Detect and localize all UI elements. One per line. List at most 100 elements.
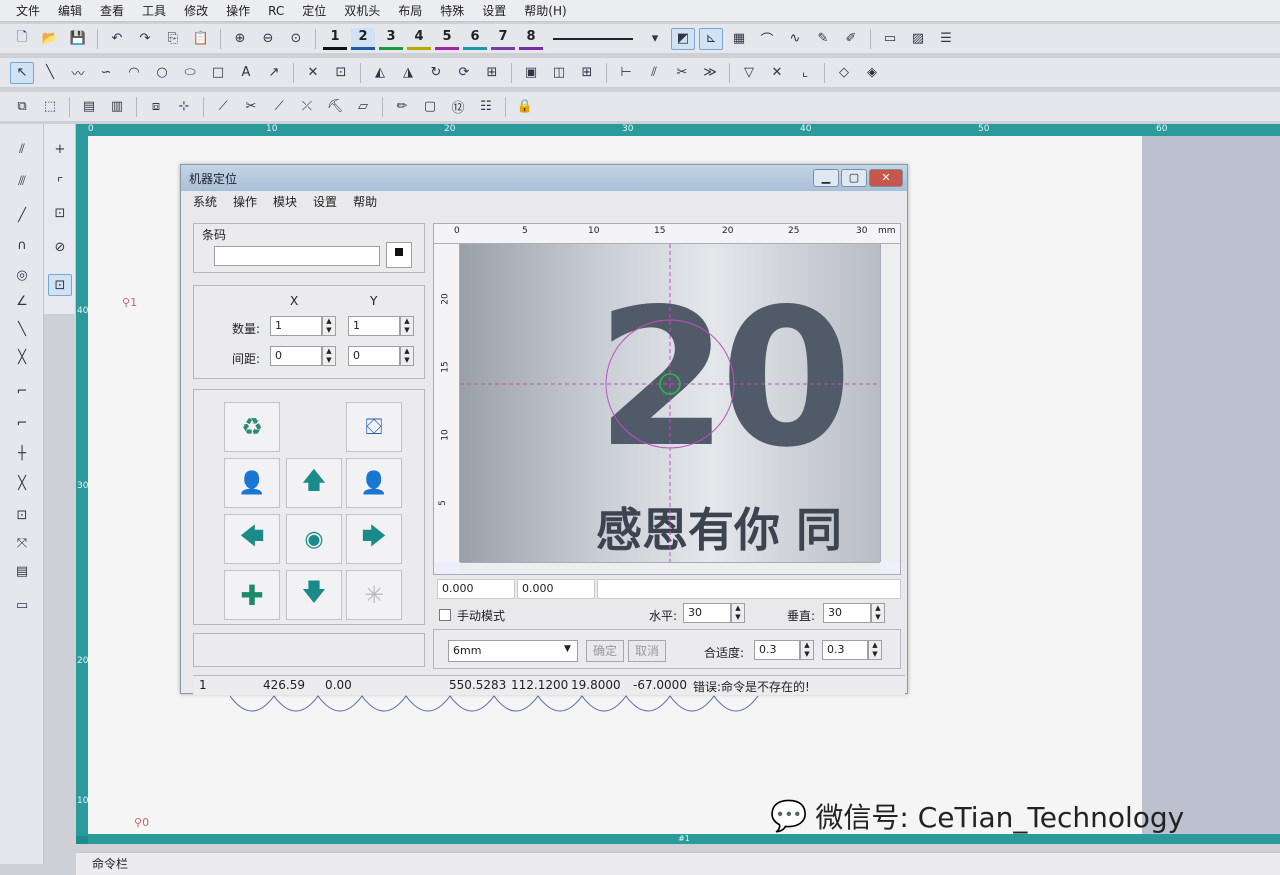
break-icon[interactable]: ⫽ bbox=[642, 62, 666, 84]
layer-icon[interactable]: ▱ bbox=[351, 96, 375, 118]
pen-color-2[interactable]: 2 bbox=[351, 27, 375, 50]
frame-select-icon[interactable]: ⊡ bbox=[48, 202, 72, 224]
command-bar[interactable]: 命令栏 bbox=[76, 852, 1280, 875]
tool-icon[interactable]: ⛏ bbox=[323, 96, 347, 118]
rectangle-icon[interactable]: □ bbox=[206, 62, 230, 84]
spiral-icon[interactable]: ◎ bbox=[10, 264, 34, 286]
pen-color-8[interactable]: 8 bbox=[519, 28, 543, 50]
mirror-h-icon[interactable]: ◭ bbox=[368, 62, 392, 84]
menu-tools[interactable]: 工具 bbox=[142, 2, 166, 19]
dialog-menu-settings[interactable]: 设置 bbox=[313, 193, 337, 210]
camera-capture-button[interactable]: ⛋ bbox=[346, 402, 402, 452]
nodes-icon[interactable]: ⊹ bbox=[172, 96, 196, 118]
add-button[interactable]: ✚ bbox=[224, 570, 280, 620]
menu-help[interactable]: 帮助(H) bbox=[524, 2, 566, 19]
pen-color-4[interactable]: 4 bbox=[407, 28, 431, 50]
confirm-button[interactable]: 确定 bbox=[586, 640, 624, 662]
screen-icon[interactable]: ▭ bbox=[10, 594, 34, 616]
polyline-icon[interactable]: 〰 bbox=[66, 62, 90, 84]
pen-r-icon[interactable]: ✐ bbox=[839, 28, 863, 50]
menu-rc[interactable]: RC bbox=[268, 4, 284, 18]
grid-icon[interactable]: ▦ bbox=[727, 28, 751, 50]
zoom-all-icon[interactable]: ⊙ bbox=[284, 28, 308, 50]
select-arrow-icon[interactable]: ↖ bbox=[10, 61, 34, 84]
count-x-field[interactable]: 1 bbox=[270, 316, 322, 336]
target-box-icon[interactable]: ⊡ bbox=[48, 274, 72, 296]
pencil-icon[interactable]: ✏ bbox=[390, 96, 414, 118]
marker-zero-icon[interactable]: ⊘ bbox=[48, 236, 72, 258]
pen-color-3[interactable]: 3 bbox=[379, 28, 403, 50]
frame-icon[interactable]: ▨ bbox=[906, 28, 930, 50]
properties-icon[interactable]: ☰ bbox=[934, 28, 958, 50]
fit-field-1[interactable]: 0.3 bbox=[754, 640, 800, 660]
barcode-input[interactable] bbox=[214, 246, 380, 266]
join-icon[interactable]: ⟋ bbox=[267, 96, 291, 118]
undo-icon[interactable]: ↶ bbox=[105, 28, 129, 50]
spacing-y-stepper[interactable]: ▲ ▼ bbox=[400, 346, 414, 366]
count-x-stepper[interactable]: ▲ ▼ bbox=[322, 316, 336, 336]
redo-icon[interactable]: ↷ bbox=[133, 28, 157, 50]
hatch-2-icon[interactable]: ⫻ bbox=[10, 170, 34, 192]
fillet-icon[interactable]: ⌞ bbox=[793, 62, 817, 84]
diag-line-icon[interactable]: ╲ bbox=[10, 318, 34, 340]
menu-file[interactable]: 文件 bbox=[16, 2, 40, 19]
trim-icon[interactable]: ✂ bbox=[670, 62, 694, 84]
page-icon[interactable]: ▢ bbox=[418, 96, 442, 118]
align-icon[interactable]: ⊞ bbox=[480, 62, 504, 84]
menu-special[interactable]: 特殊 bbox=[440, 2, 464, 19]
new-file-icon[interactable]: 🗋 bbox=[10, 28, 34, 50]
menu-modify[interactable]: 修改 bbox=[184, 2, 208, 19]
cut-icon[interactable]: ✂ bbox=[239, 96, 263, 118]
paste-icon[interactable]: 📋 bbox=[189, 28, 213, 50]
line-style-select[interactable] bbox=[553, 37, 633, 40]
group-icon[interactable]: ▣ bbox=[519, 62, 543, 84]
menu-settings[interactable]: 设置 bbox=[482, 2, 506, 19]
pen-color-5[interactable]: 5 bbox=[435, 28, 459, 50]
zoom-in-icon[interactable]: ⊕ bbox=[228, 28, 252, 50]
dialog-menu-system[interactable]: 系统 bbox=[193, 193, 217, 210]
barcode-scan-button[interactable] bbox=[386, 242, 412, 268]
close-icon[interactable]: ✕ bbox=[869, 169, 903, 187]
dialog-menu-module[interactable]: 模块 bbox=[273, 193, 297, 210]
vertical-field[interactable]: 30 bbox=[823, 603, 871, 623]
plus-line-icon[interactable]: ┼ bbox=[10, 442, 34, 464]
dialog-menu-operate[interactable]: 操作 bbox=[233, 193, 257, 210]
dialog-title-bar[interactable]: 机器定位 bbox=[181, 165, 907, 191]
spacing-x-stepper[interactable]: ▲ ▼ bbox=[322, 346, 336, 366]
fit-field-2[interactable]: 0.3 bbox=[822, 640, 868, 660]
menu-layout[interactable]: 布局 bbox=[398, 2, 422, 19]
table-icon[interactable]: ▤ bbox=[77, 96, 101, 118]
scallop-path-shape[interactable] bbox=[230, 694, 790, 726]
fit-stepper-1[interactable]: ▲ ▼ bbox=[800, 640, 814, 660]
circle-icon[interactable]: ○ bbox=[150, 62, 174, 84]
horizontal-field[interactable]: 30 bbox=[683, 603, 731, 623]
pen-color-6[interactable]: 6 bbox=[463, 28, 487, 50]
fill-icon[interactable]: ◩ bbox=[671, 27, 695, 50]
rotate-icon[interactable]: ↻ bbox=[424, 62, 448, 84]
measure-icon[interactable]: ↗ bbox=[262, 62, 286, 84]
menu-view[interactable]: 查看 bbox=[100, 2, 124, 19]
arc-tool-icon[interactable]: ∩ bbox=[10, 234, 34, 256]
spacing-y-field[interactable]: 0 bbox=[348, 346, 400, 366]
extend-icon[interactable]: ≫ bbox=[698, 62, 722, 84]
node-icon[interactable]: ⊡ bbox=[329, 62, 353, 84]
menu-edit[interactable]: 编辑 bbox=[58, 2, 82, 19]
user-right-button[interactable]: 👤 bbox=[346, 458, 402, 508]
spacing-x-field[interactable]: 0 bbox=[270, 346, 322, 366]
x-line-icon[interactable]: ╳ bbox=[10, 472, 34, 494]
mirror-v-icon[interactable]: ◮ bbox=[396, 62, 420, 84]
dimension-icon[interactable]: ⊢ bbox=[614, 62, 638, 84]
hatch-icon[interactable]: ⫽ bbox=[10, 138, 34, 160]
arc-icon[interactable]: ◠ bbox=[122, 62, 146, 84]
angle-icon[interactable]: ∠ bbox=[10, 290, 34, 312]
ellipse-icon[interactable]: ⬭ bbox=[178, 62, 202, 84]
curve-icon[interactable]: ⌒ bbox=[755, 28, 779, 50]
spline-icon[interactable]: ∽ bbox=[94, 62, 118, 84]
sliders-icon[interactable]: ☷ bbox=[474, 96, 498, 118]
vertical-stepper[interactable]: ▲ ▼ bbox=[871, 603, 885, 623]
camera-scrollbar-h[interactable] bbox=[460, 562, 880, 574]
knife-icon[interactable]: ⟋ bbox=[211, 96, 235, 118]
delete-icon[interactable]: ✕ bbox=[301, 62, 325, 84]
copy-shape-icon[interactable]: ⧉ bbox=[10, 96, 34, 118]
count-y-stepper[interactable]: ▲ ▼ bbox=[400, 316, 414, 336]
